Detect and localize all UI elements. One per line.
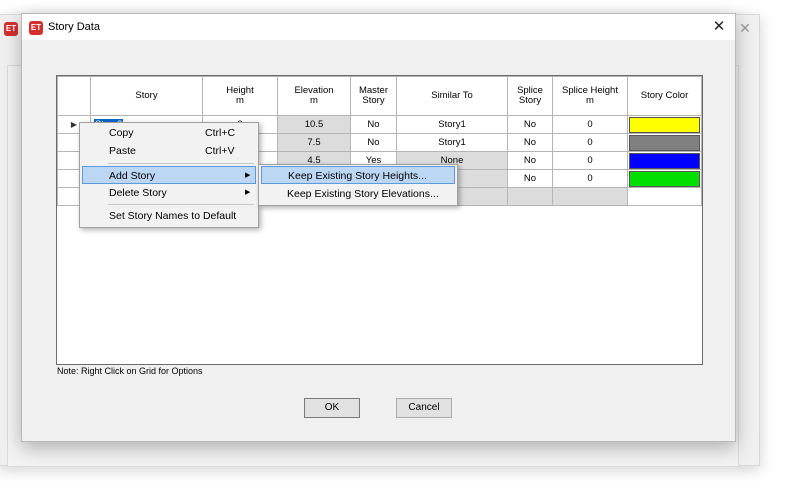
color-swatch xyxy=(629,116,700,133)
menu-item-delete-story[interactable]: Delete Story ▶ xyxy=(82,184,256,202)
similar-to-cell[interactable]: Story1 xyxy=(396,115,508,134)
column-header-story[interactable]: Story xyxy=(90,76,203,116)
menu-item-shortcut: Ctrl+V xyxy=(205,145,235,157)
splice-height-cell[interactable]: 0 xyxy=(552,115,628,134)
column-header-elevation[interactable]: Elevation m xyxy=(277,76,351,116)
ok-button[interactable]: OK xyxy=(304,398,360,418)
column-header-splice-height[interactable]: Splice Height m xyxy=(552,76,628,116)
menu-item-label: Paste xyxy=(109,145,136,157)
submenu-arrow-icon: ▶ xyxy=(245,172,251,179)
splice-story-cell[interactable]: No xyxy=(507,169,553,188)
dialog-title: Story Data xyxy=(48,21,100,33)
column-header-story-color[interactable]: Story Color xyxy=(627,76,702,116)
menu-item-label: Delete Story xyxy=(109,187,167,199)
submenu-arrow-icon: ▶ xyxy=(245,189,251,196)
close-button[interactable]: ✕ xyxy=(706,16,732,38)
context-menu: Copy Ctrl+C Paste Ctrl+V Add Story ▶ Del… xyxy=(79,122,259,228)
splice-story-cell[interactable]: No xyxy=(507,133,553,152)
splice-story-cell[interactable]: No xyxy=(507,115,553,134)
submenu-item-keep-heights[interactable]: Keep Existing Story Heights... xyxy=(261,166,455,184)
app-logo-icon: ET xyxy=(29,21,43,35)
menu-separator xyxy=(108,163,254,164)
color-swatch xyxy=(629,152,700,169)
background-app-logo-icon: ET xyxy=(4,22,18,36)
splice-story-cell[interactable]: No xyxy=(507,151,553,170)
row-pointer-icon: ▶ xyxy=(70,120,78,129)
column-header-height[interactable]: Height m xyxy=(202,76,278,116)
menu-separator xyxy=(108,204,254,205)
menu-item-label: Set Story Names to Default xyxy=(109,210,237,222)
menu-item-set-default-names[interactable]: Set Story Names to Default xyxy=(82,207,256,225)
add-story-submenu: Keep Existing Story Heights... Keep Exis… xyxy=(258,164,458,206)
menu-item-label: Add Story xyxy=(109,170,156,182)
column-header-similar-to[interactable]: Similar To xyxy=(396,76,508,116)
splice-story-cell[interactable] xyxy=(507,187,553,206)
master-story-cell[interactable]: No xyxy=(350,115,397,134)
menu-item-label: Copy xyxy=(109,127,134,139)
master-story-cell[interactable]: No xyxy=(350,133,397,152)
similar-to-cell[interactable]: Story1 xyxy=(396,133,508,152)
column-header-master-story[interactable]: Master Story xyxy=(350,76,397,116)
column-header-splice-story[interactable]: Splice Story xyxy=(507,76,553,116)
color-swatch xyxy=(629,170,700,187)
cancel-button[interactable]: Cancel xyxy=(396,398,452,418)
menu-item-add-story[interactable]: Add Story ▶ xyxy=(82,166,256,184)
menu-item-paste[interactable]: Paste Ctrl+V xyxy=(82,142,256,160)
story-color-cell[interactable] xyxy=(627,133,702,152)
splice-height-cell[interactable]: 0 xyxy=(552,169,628,188)
header-row: Story Height m Elevation m Master Story Sim… xyxy=(57,76,702,116)
elevation-cell: 7.5 xyxy=(277,133,351,152)
title-bar: ET Story Data ✕ xyxy=(22,14,735,40)
menu-item-copy[interactable]: Copy Ctrl+C xyxy=(82,124,256,142)
menu-item-shortcut: Ctrl+C xyxy=(205,127,236,139)
story-color-cell[interactable] xyxy=(627,151,702,170)
elevation-cell: 10.5 xyxy=(277,115,351,134)
background-close-icon[interactable]: ✕ xyxy=(738,20,752,36)
story-color-cell[interactable] xyxy=(627,115,702,134)
splice-height-cell[interactable]: 0 xyxy=(552,151,628,170)
splice-height-cell[interactable] xyxy=(552,187,628,206)
submenu-item-keep-elevations[interactable]: Keep Existing Story Elevations... xyxy=(261,185,455,203)
grid-note: Note: Right Click on Grid for Options xyxy=(57,366,203,376)
row-header-corner xyxy=(57,76,91,116)
story-color-cell[interactable] xyxy=(627,169,702,188)
color-swatch xyxy=(629,134,700,151)
story-color-cell[interactable] xyxy=(627,187,702,206)
splice-height-cell[interactable]: 0 xyxy=(552,133,628,152)
